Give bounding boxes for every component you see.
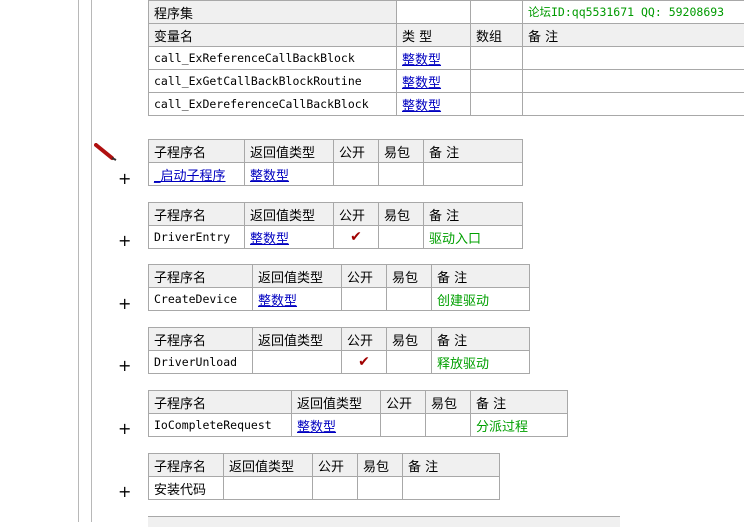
- subroutine-row[interactable]: 安装代码: [149, 477, 500, 500]
- subroutine-table: 子程序名 返回值类型 公开 易包 备 注 IoCompleteRequest 整…: [148, 390, 568, 437]
- subroutine-name[interactable]: CreateDevice: [149, 288, 253, 311]
- subroutine-name[interactable]: 安装代码: [149, 477, 224, 500]
- subroutine-name[interactable]: IoCompleteRequest: [149, 414, 292, 437]
- subroutine-note[interactable]: 分派过程: [471, 414, 568, 437]
- gutter-line-right: [91, 0, 92, 522]
- check-icon[interactable]: ✔: [342, 351, 387, 374]
- col-var-name: 变量名: [149, 24, 397, 47]
- subroutine-table: 子程序名 返回值类型 公开 易包 备 注 DriverEntry 整数型 ✔ 驱…: [148, 202, 523, 249]
- variable-type[interactable]: 整数型: [397, 47, 471, 70]
- subroutine-name[interactable]: _启动子程序: [149, 163, 245, 186]
- subroutine-public[interactable]: [334, 163, 379, 186]
- assembly-row: 程序集 论坛ID:qq5531671 QQ: 59208693: [149, 1, 744, 24]
- subroutine-table: 子程序名 返回值类型 公开 易包 备 注 _启动子程序 整数型: [148, 139, 523, 186]
- variable-name[interactable]: call_ExReferenceCallBackBlock: [149, 47, 397, 70]
- subroutine-note[interactable]: [403, 477, 500, 500]
- subroutine-table: 子程序名 返回值类型 公开 易包 备 注 CreateDevice 整数型 创建…: [148, 264, 530, 311]
- subroutine-name[interactable]: DriverUnload: [149, 351, 253, 374]
- subroutine-return-type[interactable]: [224, 477, 313, 500]
- assembly-label: 程序集: [149, 1, 397, 24]
- subroutine-note[interactable]: [424, 163, 523, 186]
- subroutine-note[interactable]: 释放驱动: [432, 351, 530, 374]
- subroutine-return-type[interactable]: 整数型: [245, 163, 334, 186]
- subroutine-row[interactable]: DriverEntry 整数型 ✔ 驱动入口: [149, 226, 523, 249]
- variable-name[interactable]: call_ExGetCallBackBlockRoutine: [149, 70, 397, 93]
- expand-plus-icon[interactable]: +: [118, 421, 131, 437]
- expand-plus-icon[interactable]: +: [118, 296, 131, 312]
- subroutine-table: 子程序名 返回值类型 公开 易包 备 注 安装代码: [148, 453, 500, 500]
- subroutine-return-type[interactable]: 整数型: [292, 414, 381, 437]
- col-var-note: 备 注: [523, 24, 744, 47]
- variable-row[interactable]: call_ExReferenceCallBackBlock 整数型: [149, 47, 744, 70]
- variable-header-row: 变量名 类 型 数组 备 注: [149, 24, 744, 47]
- col-var-array: 数组: [471, 24, 523, 47]
- subroutine-return-type[interactable]: 整数型: [253, 288, 342, 311]
- check-icon[interactable]: ✔: [334, 226, 379, 249]
- subroutine-public[interactable]: [381, 414, 426, 437]
- subroutine-note[interactable]: 创建驱动: [432, 288, 530, 311]
- pencil-icon: [94, 143, 120, 161]
- subroutine-row[interactable]: IoCompleteRequest 整数型 分派过程: [149, 414, 568, 437]
- expand-plus-icon[interactable]: +: [118, 358, 131, 374]
- subroutine-name[interactable]: DriverEntry: [149, 226, 245, 249]
- variable-row[interactable]: call_ExDereferenceCallBackBlock 整数型: [149, 93, 744, 116]
- subroutine-table: 子程序名 返回值类型 公开 易包 备 注 DriverUnload ✔ 释放驱动: [148, 327, 530, 374]
- subroutine-public[interactable]: [342, 288, 387, 311]
- gutter-line-left: [78, 0, 79, 522]
- expand-plus-icon[interactable]: +: [118, 233, 131, 249]
- assembly-table: 程序集 论坛ID:qq5531671 QQ: 59208693 变量名 类 型 …: [148, 0, 744, 116]
- variable-name[interactable]: call_ExDereferenceCallBackBlock: [149, 93, 397, 116]
- subroutine-return-type[interactable]: 整数型: [245, 226, 334, 249]
- variable-type[interactable]: 整数型: [397, 93, 471, 116]
- forum-id-text: 论坛ID:qq5531671 QQ: 59208693: [523, 1, 744, 24]
- expand-plus-icon[interactable]: +: [118, 484, 131, 500]
- variable-type[interactable]: 整数型: [397, 70, 471, 93]
- variable-row[interactable]: call_ExGetCallBackBlockRoutine 整数型: [149, 70, 744, 93]
- subroutine-row[interactable]: CreateDevice 整数型 创建驱动: [149, 288, 530, 311]
- col-var-type: 类 型: [397, 24, 471, 47]
- subroutine-row[interactable]: _启动子程序 整数型: [149, 163, 523, 186]
- subroutine-return-type[interactable]: [253, 351, 342, 374]
- subroutine-public[interactable]: [313, 477, 358, 500]
- subroutine-row[interactable]: DriverUnload ✔ 释放驱动: [149, 351, 530, 374]
- expand-plus-icon[interactable]: +: [118, 171, 131, 187]
- subroutine-note[interactable]: 驱动入口: [424, 226, 523, 249]
